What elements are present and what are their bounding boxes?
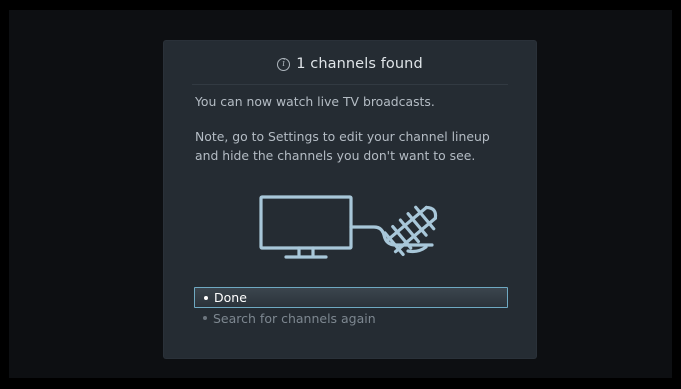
tv-with-antenna-icon (259, 195, 438, 259)
dialog-title-text: 1 channels found (296, 56, 423, 72)
dialog-title: i 1 channels found (164, 53, 536, 75)
search-again-button[interactable]: Search for channels again (194, 308, 508, 328)
bullet-icon (203, 316, 207, 320)
search-again-label: Search for channels again (213, 310, 376, 326)
title-divider (192, 84, 508, 85)
done-button[interactable]: Done (194, 287, 508, 308)
channels-found-dialog: i 1 channels found You can now watch liv… (164, 41, 536, 358)
bullet-icon (204, 295, 208, 300)
info-icon: i (277, 57, 291, 71)
options-menu: Done Search for channels again (194, 287, 508, 328)
message-settings-note: Note, go to Settings to edit your channe… (195, 129, 490, 163)
message-live-tv: You can now watch live TV broadcasts. (195, 94, 435, 109)
done-label: Done (214, 290, 247, 305)
